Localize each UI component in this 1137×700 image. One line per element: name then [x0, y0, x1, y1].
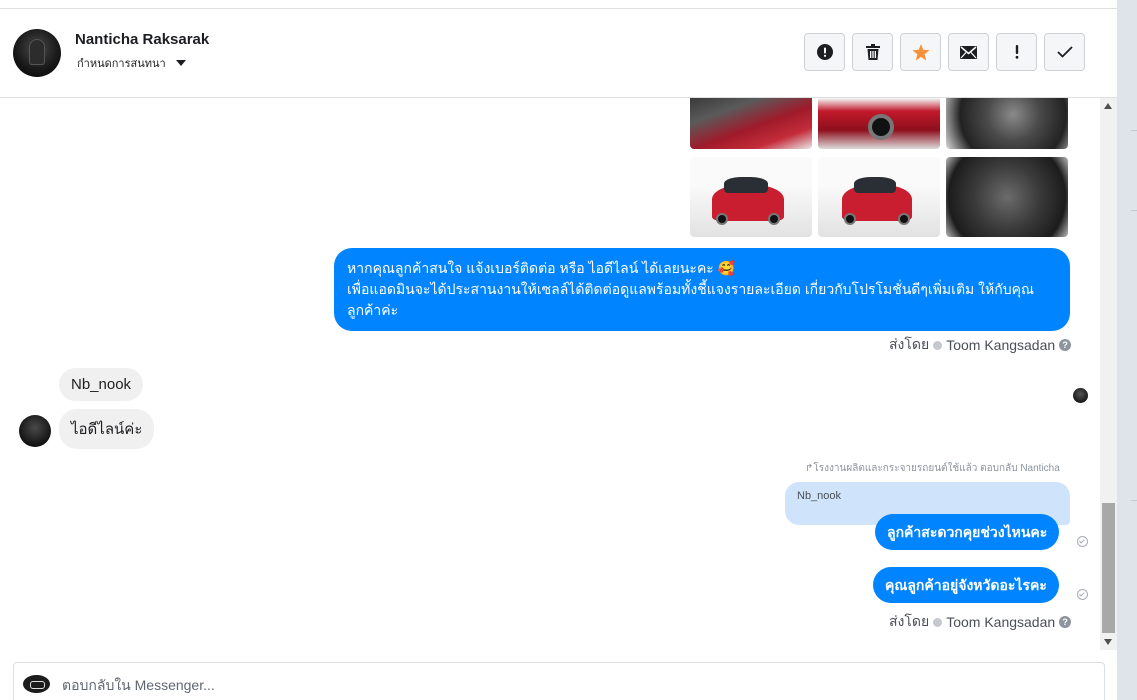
- sender-name[interactable]: Toom Kangsadan: [946, 614, 1055, 630]
- sent-by-label: ส่งโดย Toom Kangsadan ?: [889, 611, 1072, 633]
- conversation-settings-label: กำหนดการสนทนา: [77, 57, 166, 70]
- exclamation-icon: [1015, 45, 1018, 59]
- help-icon[interactable]: ?: [1059, 339, 1072, 351]
- attachment-photo[interactable]: [946, 98, 1068, 149]
- mark-done-button[interactable]: [1044, 33, 1085, 71]
- trash-icon: [865, 44, 880, 60]
- delivered-check-icon: [1077, 536, 1088, 547]
- incoming-message[interactable]: Nb_nook: [59, 368, 144, 401]
- envelope-icon: [960, 45, 977, 59]
- delete-button[interactable]: [852, 33, 893, 71]
- caret-down-icon: [175, 60, 186, 66]
- star-button[interactable]: [900, 33, 941, 71]
- sender-name[interactable]: Toom Kangsadan: [946, 337, 1055, 353]
- attachment-photo[interactable]: [946, 157, 1068, 237]
- wheel: [844, 213, 856, 225]
- wheel: [868, 114, 894, 140]
- attachment-photo[interactable]: [818, 157, 940, 237]
- wheel: [898, 213, 910, 225]
- contact-avatar[interactable]: [19, 415, 51, 447]
- incoming-message[interactable]: ไอดีไลน์ค่ะ: [59, 409, 155, 449]
- right-panel-edge: [1117, 0, 1137, 700]
- reply-context-text: โรงงานผลิตและกระจายรถยนต์ใช้แล้ว ตอบกลับ…: [813, 463, 1060, 474]
- delivered-check-icon: [1077, 589, 1088, 600]
- page-avatar: [23, 675, 50, 693]
- sent-by-label: ส่งโดย Toom Kangsadan ?: [889, 334, 1072, 356]
- conversation-actions: [804, 33, 1085, 71]
- inbox-conversation-view: Nanticha Raksarak กำหนดการสนทนา หากคุณลู…: [0, 0, 1137, 700]
- message-thread[interactable]: หากคุณลูกค้าสนใจ แจ้งเบอร์ติดต่อ หรือ ไอ…: [0, 98, 1100, 650]
- wheel: [768, 213, 780, 225]
- attachment-photo[interactable]: [690, 157, 812, 237]
- verified-icon: [933, 617, 943, 627]
- follow-up-button[interactable]: [996, 33, 1037, 71]
- outgoing-message[interactable]: หากคุณลูกค้าสนใจ แจ้งเบอร์ติดต่อ หรือ ไอ…: [334, 248, 1070, 331]
- contact-name[interactable]: Nanticha Raksarak: [75, 31, 209, 48]
- divider: [1131, 500, 1137, 501]
- scroll-down-arrow-icon[interactable]: [1104, 639, 1112, 645]
- car-window: [724, 177, 768, 193]
- divider: [1131, 130, 1137, 131]
- seen-avatar: [1073, 388, 1088, 403]
- divider: [1131, 210, 1137, 211]
- star-icon: [912, 43, 929, 60]
- sent-by-prefix: ส่งโดย: [889, 336, 930, 352]
- attachment-photo[interactable]: [690, 98, 812, 149]
- scroll-up-arrow-icon[interactable]: [1104, 103, 1112, 109]
- mark-unread-button[interactable]: [948, 33, 989, 71]
- mark-spam-button[interactable]: [804, 33, 845, 71]
- outgoing-message[interactable]: คุณลูกค้าอยู่จังหวัดอะไรคะ: [873, 567, 1059, 603]
- reply-input[interactable]: [62, 673, 1062, 697]
- attachment-photo[interactable]: [818, 98, 940, 149]
- sent-by-prefix: ส่งโดย: [889, 613, 930, 629]
- help-icon[interactable]: ?: [1059, 616, 1072, 628]
- reply-context: ↱โรงงานผลิตและกระจายรถยนต์ใช้แล้ว ตอบกลั…: [805, 461, 1060, 476]
- scrollbar-thumb[interactable]: [1102, 503, 1115, 633]
- wheel: [716, 213, 728, 225]
- reply-composer: [13, 662, 1105, 700]
- car-window: [854, 177, 896, 193]
- conversation-header: Nanticha Raksarak กำหนดการสนทนา: [0, 9, 1117, 98]
- alert-circle-icon: [816, 44, 833, 60]
- contact-avatar[interactable]: [13, 29, 61, 77]
- message-scrollbar[interactable]: [1100, 98, 1117, 650]
- outgoing-message[interactable]: ลูกค้าสะดวกคุยช่วงไหนคะ: [875, 514, 1060, 550]
- check-icon: [1056, 46, 1073, 58]
- conversation-settings-dropdown[interactable]: กำหนดการสนทนา: [77, 54, 186, 72]
- verified-icon: [933, 340, 943, 350]
